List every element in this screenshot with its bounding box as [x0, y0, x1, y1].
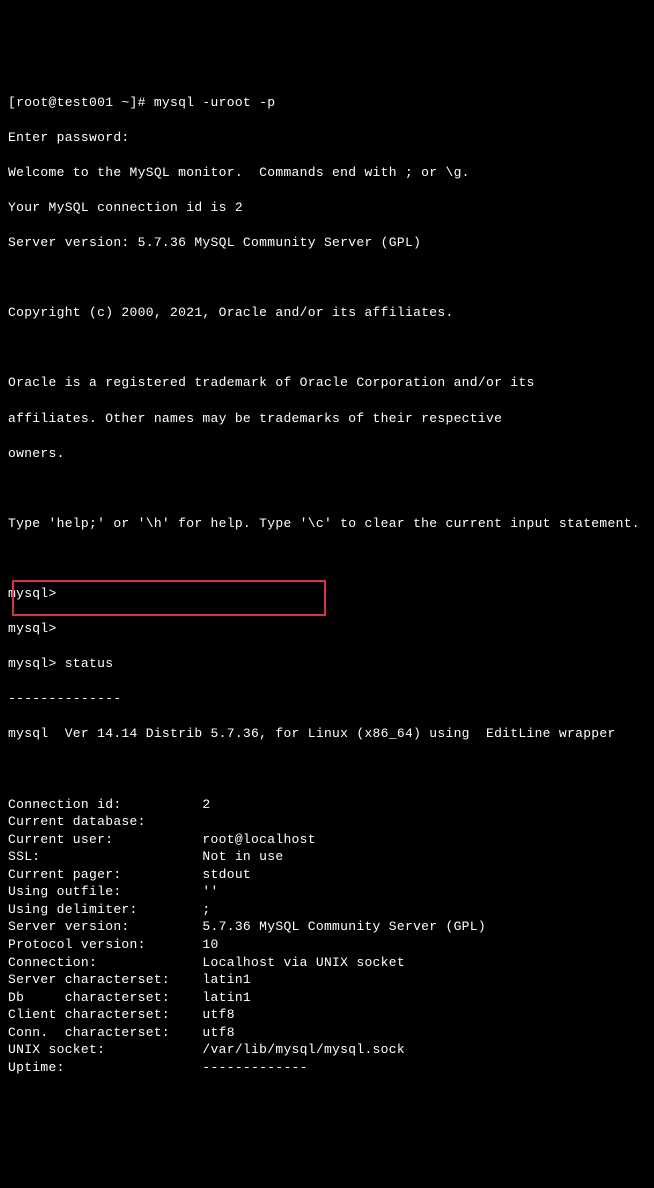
- blank-line: [8, 550, 646, 568]
- status-field-row: Server characterset: latin1: [8, 971, 646, 989]
- status-field-row: Db characterset: latin1: [8, 989, 646, 1007]
- mysql-prompt[interactable]: mysql>: [8, 620, 646, 638]
- status-field-row: Client characterset: utf8: [8, 1006, 646, 1024]
- trademark-line-3: owners.: [8, 445, 646, 463]
- status-field-row: Using delimiter: ;: [8, 901, 646, 919]
- status-field-row: Using outfile: '': [8, 883, 646, 901]
- status-dashes: --------------: [8, 690, 646, 708]
- status-field-row: Connection: Localhost via UNIX socket: [8, 954, 646, 972]
- status-field-row: Current database:: [8, 813, 646, 831]
- status-field-row: Server version: 5.7.36 MySQL Community S…: [8, 918, 646, 936]
- status-version-line: mysql Ver 14.14 Distrib 5.7.36, for Linu…: [8, 725, 646, 743]
- blank-line: [8, 269, 646, 287]
- status-field-row: Uptime: -------------: [8, 1059, 646, 1077]
- trademark-line-1: Oracle is a registered trademark of Orac…: [8, 374, 646, 392]
- mysql-prompt-status[interactable]: mysql> status: [8, 655, 646, 673]
- status-field-row: Current pager: stdout: [8, 866, 646, 884]
- blank-line: [8, 480, 646, 498]
- blank-line: [8, 761, 646, 779]
- trademark-line-2: affiliates. Other names may be trademark…: [8, 410, 646, 428]
- help-line: Type 'help;' or '\h' for help. Type '\c'…: [8, 515, 646, 533]
- copyright-line: Copyright (c) 2000, 2021, Oracle and/or …: [8, 304, 646, 322]
- status-field-row: Current user: root@localhost: [8, 831, 646, 849]
- status-field-row: Conn. characterset: utf8: [8, 1024, 646, 1042]
- status-field-row: SSL: Not in use: [8, 848, 646, 866]
- server-version-line: Server version: 5.7.36 MySQL Community S…: [8, 234, 646, 252]
- status-field-row: UNIX socket: /var/lib/mysql/mysql.sock: [8, 1041, 646, 1059]
- welcome-line: Welcome to the MySQL monitor. Commands e…: [8, 164, 646, 182]
- blank-line: [8, 339, 646, 357]
- enter-password-line: Enter password:: [8, 129, 646, 147]
- shell-prompt-line: [root@test001 ~]# mysql -uroot -p: [8, 94, 646, 112]
- status-field-row: Connection id: 2: [8, 796, 646, 814]
- status-field-row: Protocol version: 10: [8, 936, 646, 954]
- status-fields: Connection id: 2Current database: Curren…: [8, 796, 646, 1077]
- connection-id-line: Your MySQL connection id is 2: [8, 199, 646, 217]
